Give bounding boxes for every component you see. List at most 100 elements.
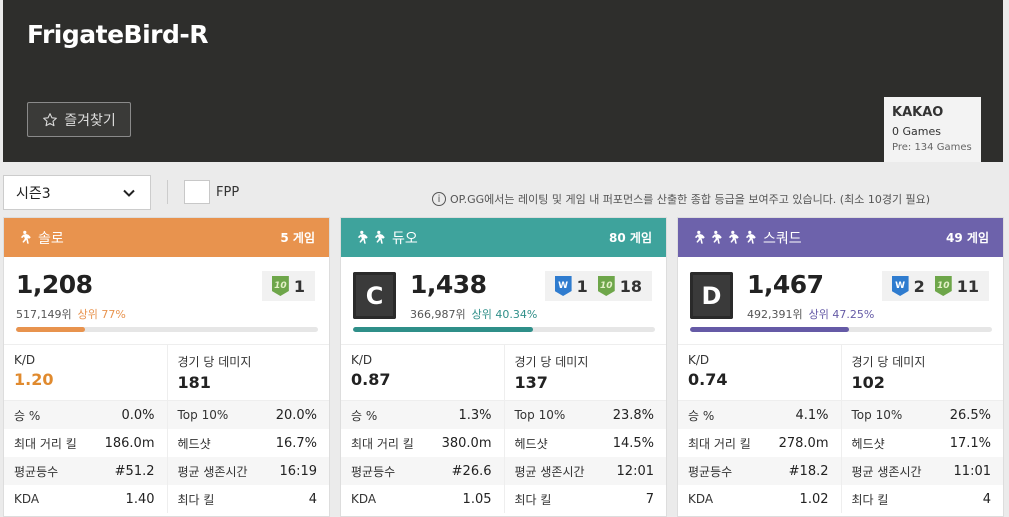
stat-label: 헤드샷: [851, 436, 885, 451]
stat-label: Top 10%: [514, 408, 566, 422]
info-note-text: OP.GG에서는 레이팅 및 게임 내 퍼포먼스를 산출한 종합 등급을 보여주…: [450, 193, 931, 206]
top10-badge-icon: 10: [934, 276, 952, 296]
stat-value: 1.3%: [458, 407, 492, 423]
rank-line: 517,149위 상위 77%: [16, 306, 126, 322]
win-badge-icon: W: [891, 276, 909, 296]
mode-games: 5 게임: [280, 231, 315, 245]
win-badge-icon: W: [554, 276, 572, 296]
stat-value: 186.0m: [104, 435, 155, 451]
runner-icon: [357, 230, 368, 244]
stat-value: 278.0m: [778, 435, 829, 451]
season-select[interactable]: 시즌3: [3, 175, 151, 210]
mode-card-header[interactable]: 솔로 5 게임: [4, 218, 329, 257]
damage-label: 경기 당 데미지: [851, 355, 926, 369]
server-box[interactable]: KAKAO 0 Games Pre: 134 Games: [884, 97, 981, 162]
stat-label: 승 %: [351, 408, 378, 423]
stat-value: 1.05: [462, 491, 492, 507]
stat-value: 0.0%: [121, 407, 155, 423]
server-games: 0 Games: [892, 125, 941, 138]
stat-label: 최다 킬: [851, 492, 889, 507]
mode-icon: [690, 230, 757, 246]
stat-row: 승 % 1.3% Top 10% 23.8%: [341, 401, 666, 429]
stat-row: 최대 거리 킬 186.0m 헤드샷 16.7%: [4, 429, 329, 457]
profile-name: FrigateBird-R: [27, 20, 209, 49]
top10-badge-icon: 10: [597, 276, 615, 296]
badge-group: W 2 10 11: [881, 271, 989, 301]
stat-value: 16.7%: [275, 435, 317, 451]
mode-card-2: 스쿼드 49 게임 D 1,467 492,391위 상위 47.25% W 2 10 11 K/D…: [677, 217, 1004, 517]
top-percent: 상위 47.25%: [808, 308, 875, 321]
stat-label: Top 10%: [851, 408, 903, 422]
stat-row: 최대 거리 킬 380.0m 헤드샷 14.5%: [341, 429, 666, 457]
rank-value: 517,149위: [16, 308, 72, 321]
stat-label: 평균 생존시간: [851, 464, 922, 479]
stat-label: 최다 킬: [177, 492, 215, 507]
badge-top10: 10 11: [934, 276, 979, 296]
rating-value: 1,438: [410, 270, 487, 299]
rating-progress-fill: [16, 327, 86, 332]
stat-row: 최대 거리 킬 278.0m 헤드샷 17.1%: [678, 429, 1003, 457]
damage-label: 경기 당 데미지: [177, 355, 252, 369]
stat-value: 14.5%: [612, 435, 654, 451]
stat-value: 1.02: [799, 491, 829, 507]
mode-games: 80 게임: [609, 231, 652, 245]
stat-label: 헤드샷: [514, 436, 548, 451]
stat-row: 승 % 4.1% Top 10% 26.5%: [678, 401, 1003, 429]
rating-progress-fill: [353, 327, 534, 332]
rank-line: 492,391위 상위 47.25%: [747, 306, 874, 322]
stat-value: 7: [645, 491, 654, 507]
mode-name: 스쿼드: [763, 230, 802, 247]
profile-header: FrigateBird-R 즐겨찾기 KAKAO 0 Games Pre: 13…: [3, 0, 1003, 162]
stat-value: 12:01: [616, 463, 654, 479]
stat-label: 최대 거리 킬: [14, 436, 77, 451]
rating-area: D 1,467 492,391위 상위 47.25% W 2 10 11: [678, 257, 1003, 345]
stat-value: #26.6: [451, 463, 492, 479]
fpp-label: FPP: [216, 185, 240, 200]
stat-label: KDA: [688, 492, 714, 506]
stat-label: 평균 생존시간: [514, 464, 585, 479]
stat-value: 4: [982, 491, 991, 507]
stat-label: KDA: [351, 492, 377, 506]
stat-label: 최대 거리 킬: [688, 436, 751, 451]
mode-card-header[interactable]: 스쿼드 49 게임: [678, 218, 1003, 257]
badge-count: 11: [956, 276, 979, 296]
stat-row: KDA 1.40 최다 킬 4: [4, 485, 329, 513]
stat-value: 16:19: [279, 463, 317, 479]
rating-progress: [353, 327, 655, 332]
favorite-label: 즐겨찾기: [64, 112, 116, 129]
stat-label: 평균등수: [688, 464, 733, 479]
stat-value: #18.2: [788, 463, 829, 479]
kd-value: 0.74: [688, 370, 728, 389]
stat-label: 평균등수: [351, 464, 396, 479]
mode-card-header[interactable]: 듀오 80 게임: [341, 218, 666, 257]
favorite-button[interactable]: 즐겨찾기: [27, 102, 131, 137]
rating-value: 1,467: [747, 270, 824, 299]
stat-value: 11:01: [953, 463, 991, 479]
damage-value: 137: [514, 373, 548, 392]
runner-icon: [711, 230, 722, 244]
stat-label: 최대 거리 킬: [351, 436, 414, 451]
rating-area: 1,208 517,149위 상위 77% 10 1: [4, 257, 329, 345]
rating-progress: [16, 327, 318, 332]
server-name: KAKAO: [892, 105, 944, 120]
stat-label: Top 10%: [177, 408, 229, 422]
rating-progress-fill: [690, 327, 850, 332]
stat-value: 4.1%: [795, 407, 829, 423]
badge-group: 10 1: [261, 271, 315, 301]
badge-top10: 10 18: [597, 276, 642, 296]
mode-name: 솔로: [38, 230, 64, 247]
server-pre-games: Pre: 134 Games: [892, 142, 972, 153]
filter-divider: [167, 180, 168, 204]
rating-area: C 1,438 366,987위 상위 40.34% W 1 10 18: [341, 257, 666, 345]
stats-top: K/D 0.87 경기 당 데미지 137: [341, 345, 666, 401]
runner-icon: [20, 230, 31, 244]
season-value: 시즌3: [16, 185, 51, 202]
fpp-checkbox[interactable]: [184, 180, 210, 204]
kd-value: 1.20: [14, 370, 54, 389]
damage-value: 181: [177, 373, 211, 392]
star-icon: [43, 112, 58, 126]
badge-count: 2: [913, 276, 925, 296]
runner-icon: [745, 230, 756, 244]
stat-label: KDA: [14, 492, 40, 506]
badge-count: 1: [293, 276, 305, 296]
